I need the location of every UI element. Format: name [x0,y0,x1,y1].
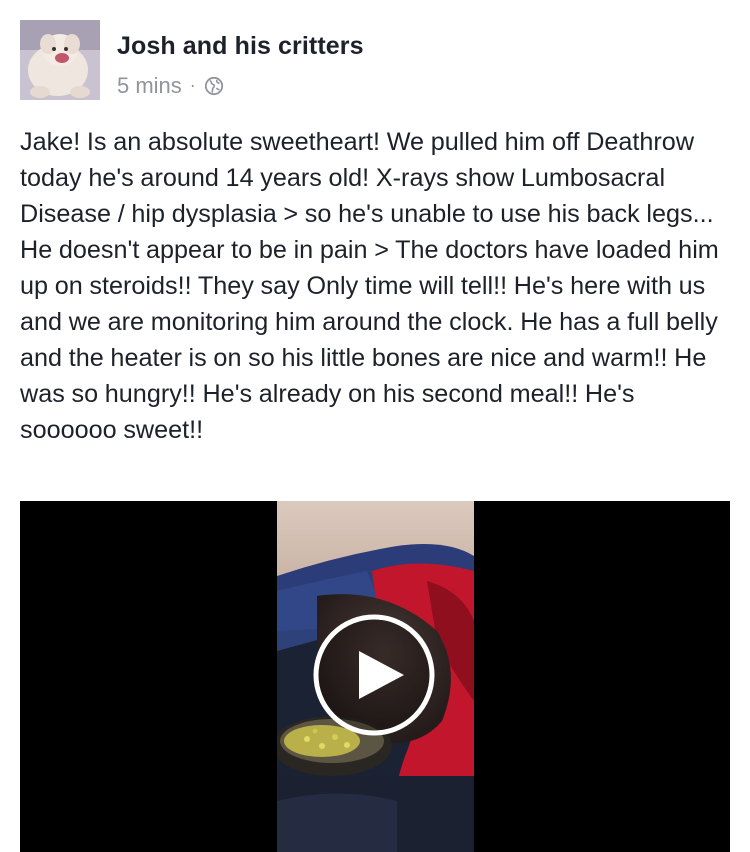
play-button[interactable] [312,613,436,737]
post-text: Jake! Is an absolute sweetheart! We pull… [20,128,719,444]
post-meta: 5 mins · [117,72,224,100]
video-player[interactable] [20,501,730,852]
play-icon [313,614,435,736]
post-timestamp[interactable]: 5 mins [117,73,182,99]
author-name[interactable]: Josh and his critters [117,32,364,61]
feed-post: Josh and his critters 5 mins · Jake! Is … [0,0,750,852]
globe-icon[interactable] [204,76,224,96]
avatar[interactable] [20,20,100,100]
avatar-image [20,20,100,100]
meta-separator: · [189,74,196,95]
post-header: Josh and his critters 5 mins · [20,20,720,102]
